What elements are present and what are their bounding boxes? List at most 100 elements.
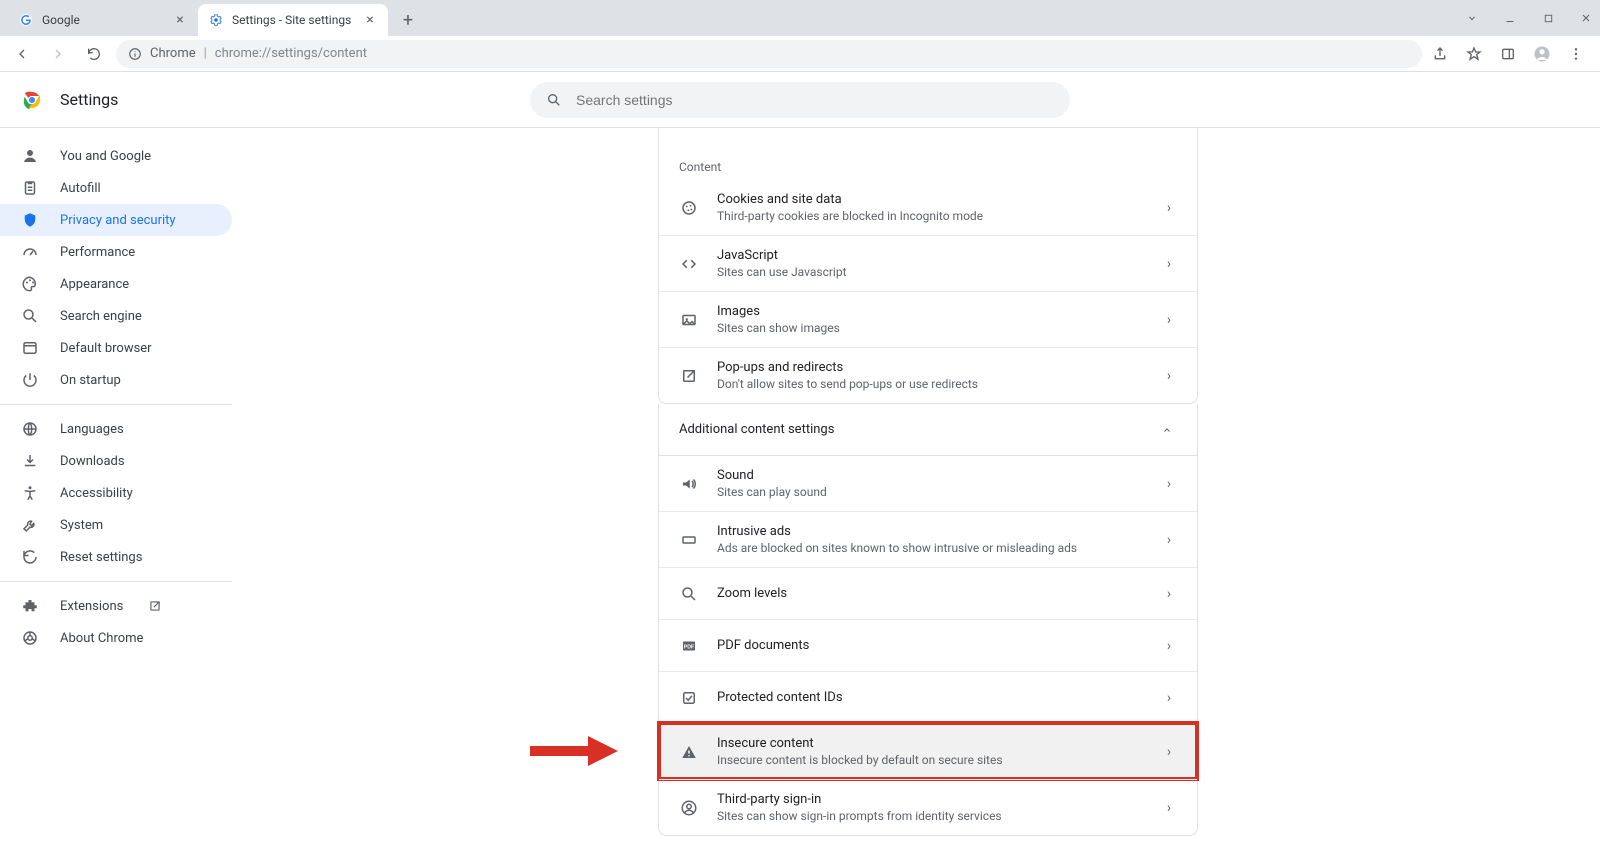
chevron-right-icon: ›	[1161, 586, 1177, 602]
sidebar-item-label: Languages	[60, 422, 124, 437]
additional-content-card: SoundSites can play sound›Intrusive adsA…	[658, 456, 1198, 836]
tab-title: Settings - Site settings	[232, 13, 354, 27]
search-input[interactable]	[574, 91, 1054, 109]
setting-row-sound[interactable]: SoundSites can play sound›	[659, 456, 1197, 511]
close-tab-icon[interactable]: ×	[172, 12, 188, 28]
globe-icon	[20, 419, 40, 439]
row-title: Intrusive ads	[717, 524, 1143, 539]
sidebar-item-search_engine[interactable]: Search engine	[0, 300, 232, 332]
sidebar-item-reset[interactable]: Reset settings	[0, 541, 232, 573]
side-panel-icon[interactable]	[1498, 44, 1518, 64]
settings-main: Content Cookies and site dataThird-party…	[256, 128, 1600, 845]
row-title: JavaScript	[717, 248, 1143, 263]
close-window-icon[interactable]	[1576, 8, 1596, 28]
chevron-right-icon: ›	[1161, 476, 1177, 492]
maximize-icon[interactable]	[1538, 8, 1558, 28]
warning-icon	[679, 742, 699, 762]
setting-row-cookies[interactable]: Cookies and site dataThird-party cookies…	[659, 180, 1197, 235]
google-favicon	[18, 12, 34, 28]
site-info-icon[interactable]	[128, 47, 142, 61]
code-icon	[679, 254, 699, 274]
chevron-right-icon: ›	[1161, 744, 1177, 760]
sidebar-item-label: On startup	[60, 373, 121, 388]
row-title: Images	[717, 304, 1143, 319]
power-icon	[20, 370, 40, 390]
sidebar-item-system[interactable]: System	[0, 509, 232, 541]
row-title: Zoom levels	[717, 586, 1143, 601]
browser-icon	[20, 338, 40, 358]
annotation-arrow	[528, 734, 618, 768]
setting-row-zoom[interactable]: Zoom levels ›	[659, 567, 1197, 619]
open_in_new-icon	[679, 366, 699, 386]
person-icon	[20, 146, 40, 166]
omnibox-url: chrome://settings/content	[215, 46, 367, 61]
forward-button[interactable]	[44, 40, 72, 68]
menu-icon[interactable]	[1566, 44, 1586, 64]
search-settings-field[interactable]	[530, 82, 1070, 118]
pdf-icon: PDF	[679, 636, 699, 656]
setting-row-javascript[interactable]: JavaScriptSites can use Javascript›	[659, 235, 1197, 291]
chevron-right-icon: ›	[1161, 638, 1177, 654]
protected-icon	[679, 688, 699, 708]
browser-tab-settings[interactable]: Settings - Site settings ×	[198, 4, 388, 36]
bookmark-icon[interactable]	[1464, 44, 1484, 64]
section-label-content: Content	[658, 140, 1198, 180]
browser-toolbar: Chrome | chrome://settings/content	[0, 36, 1600, 72]
row-subtitle: Don't allow sites to send pop-ups or use…	[717, 377, 1143, 391]
sidebar-item-languages[interactable]: Languages	[0, 413, 232, 445]
image-icon	[679, 310, 699, 330]
sidebar-item-label: About Chrome	[60, 631, 143, 646]
chevron-down-icon[interactable]	[1462, 8, 1482, 28]
row-title: PDF documents	[717, 638, 1143, 653]
row-subtitle: Ads are blocked on sites known to show i…	[717, 541, 1143, 555]
sidebar-item-default_browser[interactable]: Default browser	[0, 332, 232, 364]
sidebar-item-downloads[interactable]: Downloads	[0, 445, 232, 477]
setting-row-popups[interactable]: Pop-ups and redirectsDon't allow sites t…	[659, 347, 1197, 403]
row-title: Cookies and site data	[717, 192, 1143, 207]
settings-favicon	[208, 12, 224, 28]
chevron-right-icon: ›	[1161, 800, 1177, 816]
chevron-right-icon: ›	[1161, 312, 1177, 328]
extension-icon	[20, 596, 40, 616]
new-tab-button[interactable]: +	[394, 6, 422, 34]
content-settings-panel: Content Cookies and site dataThird-party…	[658, 128, 1198, 845]
accessibility-icon	[20, 483, 40, 503]
setting-row-insecure[interactable]: Insecure contentInsecure content is bloc…	[659, 723, 1197, 779]
setting-row-protected[interactable]: Protected content IDs›	[659, 671, 1197, 723]
setting-row-ads[interactable]: Intrusive ads Ads are blocked on sites kn…	[659, 511, 1197, 567]
sidebar-item-label: Performance	[60, 245, 135, 260]
sidebar-item-privacy[interactable]: Privacy and security	[0, 204, 232, 236]
chevron-right-icon: ›	[1161, 532, 1177, 548]
setting-row-third_party_signin[interactable]: Third-party sign-inSites can show sign-i…	[659, 779, 1197, 835]
share-icon[interactable]	[1430, 44, 1450, 64]
back-button[interactable]	[8, 40, 36, 68]
address-bar[interactable]: Chrome | chrome://settings/content	[116, 40, 1422, 68]
sidebar-item-performance[interactable]: Performance	[0, 236, 232, 268]
chevron-right-icon: ›	[1161, 368, 1177, 384]
sidebar-item-accessibility[interactable]: Accessibility	[0, 477, 232, 509]
sidebar-item-extensions[interactable]: Extensions	[0, 590, 232, 622]
reload-button[interactable]	[80, 40, 108, 68]
sidebar-item-you[interactable]: You and Google	[0, 140, 232, 172]
additional-content-settings-toggle[interactable]: Additional content settings	[658, 404, 1198, 456]
minimize-icon[interactable]	[1500, 8, 1520, 28]
palette-icon	[20, 274, 40, 294]
setting-row-pdf[interactable]: PDF PDF documents ›	[659, 619, 1197, 671]
sidebar-item-appearance[interactable]: Appearance	[0, 268, 232, 300]
assignment-icon	[20, 178, 40, 198]
sidebar-item-label: System	[60, 518, 103, 533]
sidebar-item-label: Privacy and security	[60, 213, 176, 228]
restore-icon	[20, 547, 40, 567]
setting-row-images[interactable]: ImagesSites can show images›	[659, 291, 1197, 347]
browser-tab-google[interactable]: Google ×	[8, 4, 198, 36]
row-subtitle: Sites can play sound	[717, 485, 1143, 499]
sidebar-item-about[interactable]: About Chrome	[0, 622, 232, 654]
profile-avatar[interactable]	[1532, 44, 1552, 64]
sidebar-item-autofill[interactable]: Autofill	[0, 172, 232, 204]
volume-icon	[679, 474, 699, 494]
speed-icon	[20, 242, 40, 262]
close-tab-icon[interactable]: ×	[362, 12, 378, 28]
row-title: Third-party sign-in	[717, 792, 1143, 807]
sidebar-item-label: Extensions	[60, 599, 123, 614]
sidebar-item-on_startup[interactable]: On startup	[0, 364, 232, 396]
